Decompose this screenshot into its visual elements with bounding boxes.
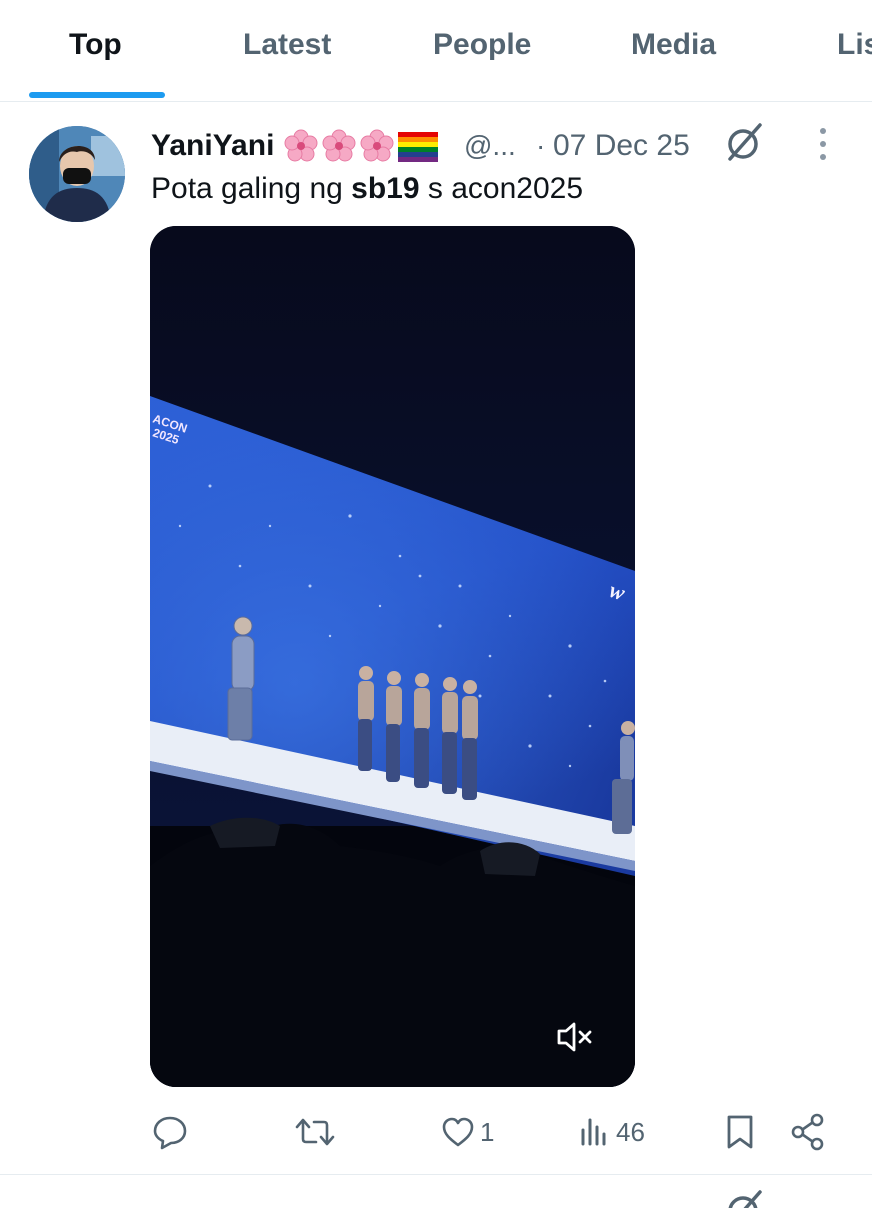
tweet-text-before: Pota galing ng <box>151 172 352 205</box>
reply-icon <box>153 1116 187 1150</box>
reply-button[interactable] <box>150 1110 194 1154</box>
like-count: 1 <box>480 1116 495 1147</box>
views-icon <box>581 1118 606 1146</box>
share-icon <box>791 1113 824 1151</box>
cherry-blossom-icon <box>360 129 394 163</box>
search-tabs: Top Latest People Media Lis <box>0 0 872 102</box>
heart-icon <box>442 1117 474 1147</box>
author-display-name[interactable]: YaniYani <box>151 129 274 163</box>
views-button[interactable]: 46 <box>578 1110 645 1154</box>
tweet-video[interactable]: ACON 2025 w <box>150 226 635 1087</box>
name-emojis <box>284 129 442 163</box>
tab-people[interactable]: People <box>433 28 531 62</box>
header-separator: · <box>536 130 546 161</box>
cherry-blossom-icon <box>322 129 356 163</box>
bookmark-button[interactable] <box>722 1110 758 1154</box>
tweet-text-after: s acon2025 <box>419 172 584 205</box>
mute-toggle-button[interactable] <box>555 1019 595 1055</box>
speaker-muted-icon <box>557 1022 592 1052</box>
share-button[interactable] <box>789 1110 827 1154</box>
rainbow-flag-icon <box>398 130 439 162</box>
active-tab-indicator <box>29 92 165 98</box>
retweet-icon <box>295 1118 335 1146</box>
highlighted-keyword[interactable]: sb19 <box>351 172 419 205</box>
bookmark-icon <box>727 1115 753 1149</box>
tab-lists[interactable]: Lis <box>837 28 872 62</box>
tab-media[interactable]: Media <box>631 28 716 62</box>
tweet-header: YaniYani <box>151 126 442 166</box>
user-avatar[interactable] <box>29 126 125 222</box>
like-button[interactable]: 1 <box>440 1110 494 1154</box>
tab-top[interactable]: Top <box>69 28 122 62</box>
tweet-divider <box>0 1174 872 1175</box>
tweet-text: Pota galing ng sb19 s acon2025 <box>151 172 583 206</box>
tweet-timestamp[interactable]: 07 Dec 25 <box>553 126 690 166</box>
grok-icon[interactable] <box>722 121 766 165</box>
author-handle[interactable]: @... <box>464 126 516 166</box>
cherry-blossom-icon <box>284 129 318 163</box>
tab-latest[interactable]: Latest <box>243 28 331 62</box>
next-tweet-grok-icon <box>722 1188 766 1208</box>
views-count: 46 <box>616 1116 645 1147</box>
retweet-button[interactable] <box>294 1110 340 1154</box>
more-options-icon[interactable] <box>808 126 838 164</box>
